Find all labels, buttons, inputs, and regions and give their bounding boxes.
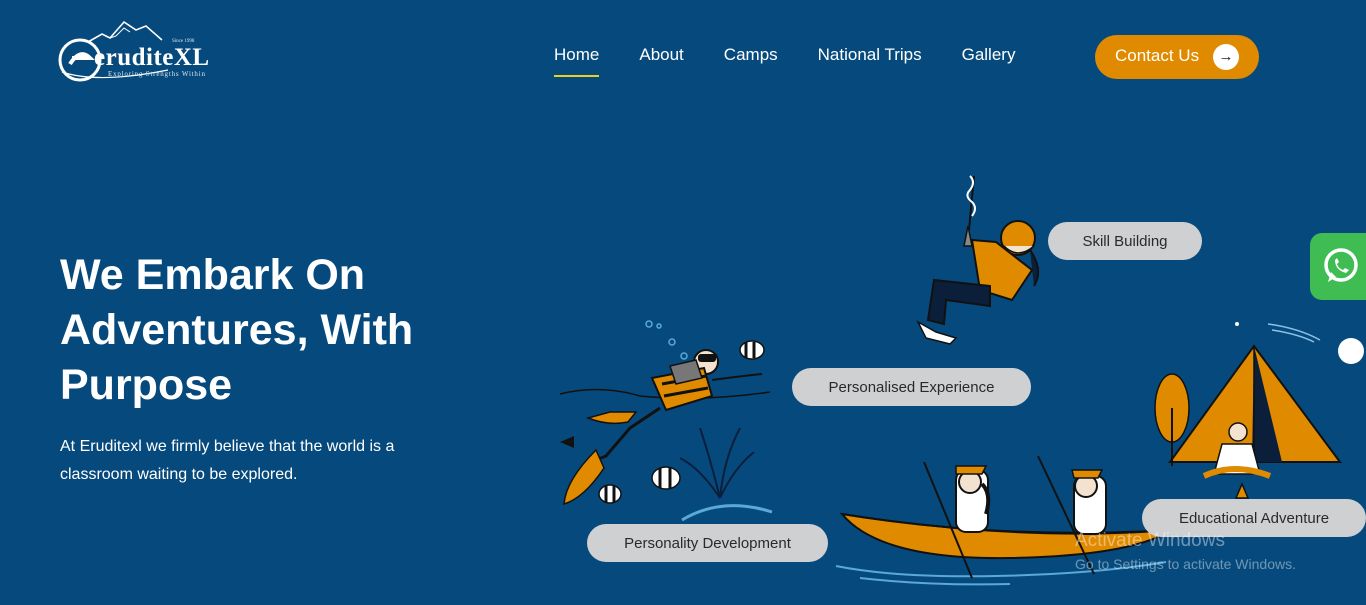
- whatsapp-icon: [1324, 248, 1358, 282]
- camp-illustration: [1154, 322, 1342, 499]
- personality-development-pill: Personality Development: [587, 524, 828, 562]
- climber-illustration: [916, 175, 1040, 345]
- whatsapp-button[interactable]: [1310, 233, 1366, 300]
- watermark-subtitle: Go to Settings to activate Windows.: [1075, 556, 1296, 572]
- skill-building-pill: Skill Building: [1048, 222, 1202, 260]
- windows-activation-watermark: Activate Windows Go to Settings to activ…: [1075, 530, 1296, 572]
- diver-illustration: [559, 320, 773, 522]
- watermark-title: Activate Windows: [1075, 530, 1225, 551]
- personalised-experience-pill: Personalised Experience: [792, 368, 1031, 406]
- scroll-dot[interactable]: [1338, 338, 1364, 364]
